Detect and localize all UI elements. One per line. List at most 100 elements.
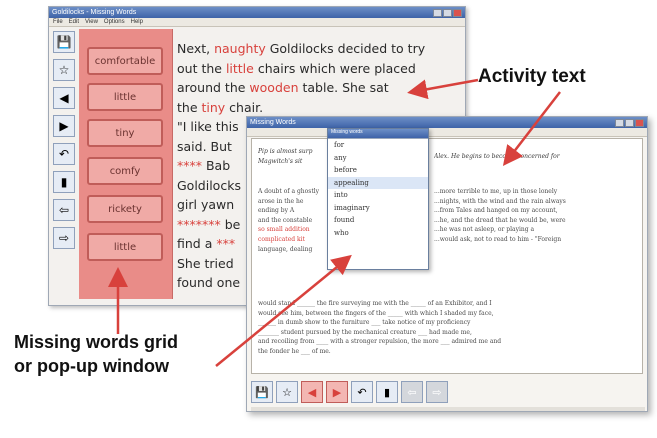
maximize-button[interactable] bbox=[443, 8, 452, 17]
text-line: and recoiling from ____ with a stronger … bbox=[258, 338, 502, 346]
close-button[interactable] bbox=[453, 8, 462, 17]
text-line: so small addition bbox=[258, 226, 310, 234]
minimize-button[interactable] bbox=[615, 118, 624, 127]
word-card[interactable]: comfortable bbox=[87, 47, 163, 75]
menu-edit[interactable]: Edit bbox=[69, 19, 79, 25]
word-card[interactable]: little bbox=[87, 83, 163, 111]
highlighted-word: naughty bbox=[214, 41, 266, 56]
text-line: and the constable bbox=[258, 216, 313, 224]
undo-icon[interactable]: ↶ bbox=[351, 381, 373, 403]
star-icon[interactable]: ☆ bbox=[276, 381, 298, 403]
text-line: around the wooden table. She sat bbox=[177, 78, 461, 98]
text-segment: around the bbox=[177, 80, 250, 95]
text-segment: chairs which were placed bbox=[253, 60, 416, 76]
text-line: the tiny chair. bbox=[177, 98, 461, 118]
text-line: ...nights, with the wind and the rain al… bbox=[434, 197, 566, 205]
word-card[interactable]: rickety bbox=[87, 195, 163, 223]
maximize-button[interactable] bbox=[625, 118, 634, 127]
popup-word-item[interactable]: found bbox=[328, 214, 428, 227]
book-icon[interactable]: ▮ bbox=[376, 381, 398, 403]
menu-bar bbox=[247, 128, 647, 137]
callout-line: or pop-up window bbox=[14, 356, 169, 376]
activity-text-page: Pip is almost surp Magwitch's sit Alex. … bbox=[251, 138, 643, 374]
back-red-icon[interactable]: ◀ bbox=[53, 87, 75, 109]
text-line: would stand ______ the fire surveying me… bbox=[258, 300, 492, 307]
right-arrow-icon[interactable]: ⇨ bbox=[53, 227, 75, 249]
undo-icon[interactable]: ↶ bbox=[53, 143, 75, 165]
callout-line: Missing words grid bbox=[14, 332, 179, 352]
window-titlebar[interactable]: Goldilocks - Missing Words bbox=[49, 7, 465, 18]
menu-view[interactable]: View bbox=[85, 19, 98, 25]
window-title: Missing Words bbox=[250, 119, 296, 126]
missing-words-grid: comfortable little tiny comfy rickety li… bbox=[79, 29, 173, 299]
text-segment: find a bbox=[177, 236, 217, 251]
left-arrow-icon[interactable]: ⇦ bbox=[53, 199, 75, 221]
status-bar bbox=[251, 407, 645, 411]
text-segment: said. But bbox=[177, 138, 232, 154]
menu-help[interactable]: Help bbox=[131, 19, 143, 25]
text-segment: table. She sat bbox=[298, 80, 389, 95]
highlighted-word: *** bbox=[216, 236, 236, 251]
forward-red-icon[interactable]: ▶ bbox=[326, 381, 348, 403]
word-card[interactable]: tiny bbox=[87, 119, 163, 147]
text-line: complicated kit bbox=[258, 235, 305, 243]
text-line: ______ in dumb show to the furniture ___… bbox=[258, 319, 471, 327]
book-icon[interactable]: ▮ bbox=[53, 171, 75, 193]
star-icon[interactable]: ☆ bbox=[53, 59, 75, 81]
popup-word-item[interactable]: who bbox=[328, 227, 428, 240]
text-segment: "I like this bbox=[177, 119, 239, 134]
save-icon[interactable]: 💾 bbox=[251, 381, 273, 403]
text-line: ...he was not asleep, or playing a bbox=[434, 226, 535, 234]
missing-words-callout: Missing words grid or pop-up window bbox=[14, 330, 178, 378]
text-segment: Next, bbox=[177, 41, 215, 56]
text-line: ...more terrible to me, up in those lone… bbox=[434, 188, 558, 195]
intro-text-left: Pip is almost surp Magwitch's sit bbox=[258, 147, 332, 166]
highlighted-word: ******* bbox=[177, 216, 221, 232]
menu-options[interactable]: Options bbox=[104, 19, 125, 25]
popup-word-item[interactable]: appealing bbox=[328, 176, 428, 189]
text-segment: chair. bbox=[225, 99, 264, 115]
forward-red-icon[interactable]: ▶ bbox=[53, 115, 75, 137]
back-red-icon[interactable]: ◀ bbox=[301, 381, 323, 403]
window-titlebar[interactable]: Missing Words bbox=[247, 117, 647, 128]
text-segment: out the bbox=[177, 60, 226, 76]
text-line: ...he, and the dread that he would be, w… bbox=[434, 216, 566, 224]
popup-word-item[interactable]: imaginary bbox=[328, 202, 428, 215]
window-title: Goldilocks - Missing Words bbox=[52, 9, 137, 16]
close-button[interactable] bbox=[635, 118, 644, 127]
right-arrow-icon[interactable]: ⇨ bbox=[426, 381, 448, 403]
activity-window-front: Missing Words Pip is almost surp Magwitc… bbox=[246, 116, 648, 412]
text-line: ending by A bbox=[258, 207, 295, 215]
highlighted-word: little bbox=[225, 60, 254, 76]
menu-file[interactable]: File bbox=[53, 19, 63, 25]
left-arrow-icon[interactable]: ⇦ bbox=[401, 381, 423, 403]
activity-text-callout: Activity text bbox=[478, 66, 586, 87]
text-line: language, dealing bbox=[258, 245, 313, 253]
highlighted-word: wooden bbox=[249, 80, 299, 95]
word-card[interactable]: comfy bbox=[87, 157, 163, 185]
popup-word-list: for any before appealing into imaginary … bbox=[328, 138, 428, 269]
text-segment: found one bbox=[177, 275, 241, 290]
text-line: the fonder he ___ of me. bbox=[258, 347, 331, 355]
popup-title: Missing words bbox=[328, 129, 428, 138]
intro-text-right: Alex. He begins to become concerned for bbox=[434, 153, 560, 160]
highlighted-word: **** bbox=[177, 158, 202, 173]
popup-word-item[interactable]: for bbox=[328, 139, 428, 152]
popup-word-item[interactable]: before bbox=[328, 164, 428, 177]
text-line: would see him, between the fingers of th… bbox=[258, 309, 494, 317]
text-segment: the bbox=[177, 99, 202, 115]
text-line: out the little chairs which were placed bbox=[177, 59, 461, 79]
text-line: _______ student pursued by the mechanica… bbox=[258, 328, 472, 336]
popup-word-item[interactable]: into bbox=[328, 189, 428, 202]
text-segment: Bab bbox=[202, 158, 231, 173]
menu-bar: File Edit View Options Help bbox=[49, 18, 465, 27]
body-text-left: A doubt of a ghostly arose in the he end… bbox=[258, 187, 332, 254]
minimize-button[interactable] bbox=[433, 8, 442, 17]
tool-sidebar: 💾 ☆ ◀ ▶ ↶ ▮ ⇦ ⇨ bbox=[53, 31, 79, 255]
text-line: ...would ask, not to read to him - "Fore… bbox=[434, 235, 562, 243]
save-icon[interactable]: 💾 bbox=[53, 31, 75, 53]
word-card[interactable]: little bbox=[87, 233, 163, 261]
body-text-bottom: would stand ______ the fire surveying me… bbox=[258, 299, 640, 357]
text-line: ...from Tales and hanged on my account, bbox=[434, 207, 558, 215]
popup-word-item[interactable]: any bbox=[328, 152, 428, 165]
